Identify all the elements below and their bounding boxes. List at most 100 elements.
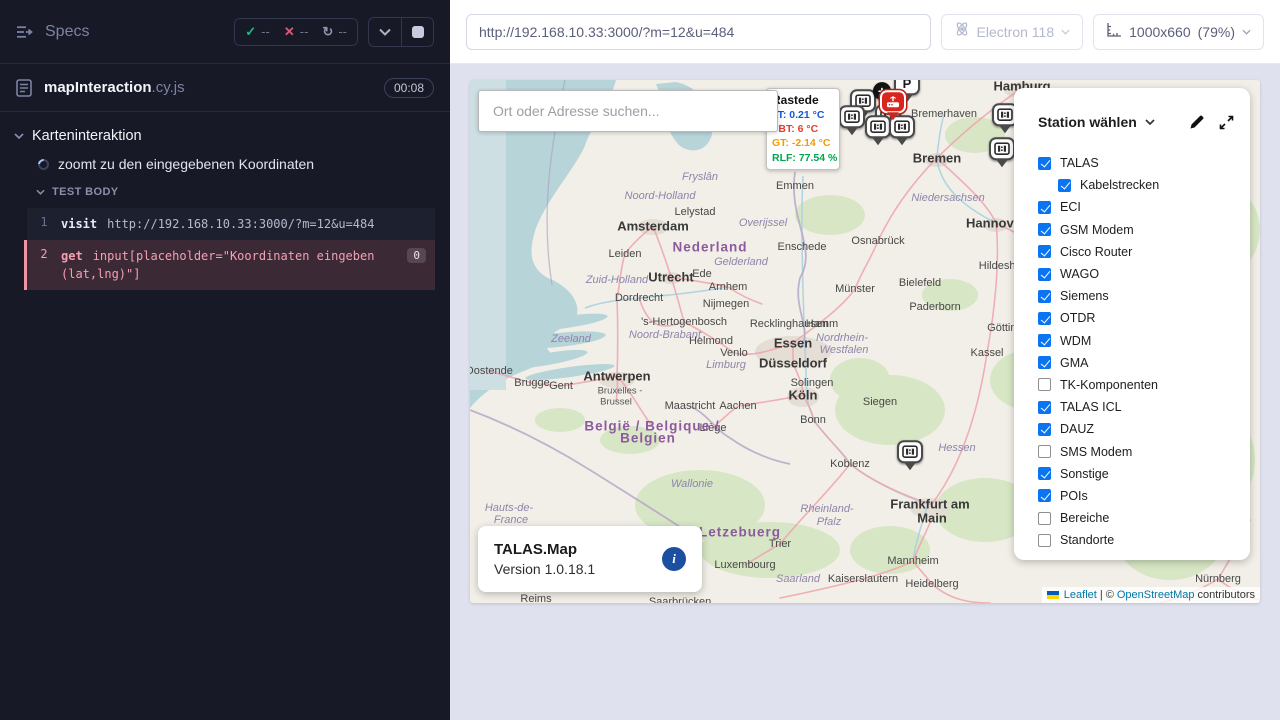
test-tree: Karteninteraktion zoomt zu den eingegebe… <box>0 112 450 290</box>
checkbox[interactable] <box>1038 378 1051 391</box>
viewport-size-button[interactable]: 1000x660 (79%) <box>1093 14 1264 50</box>
element-count-badge: 0 <box>407 248 426 263</box>
specs-menu-icon[interactable] <box>16 25 33 39</box>
browser-selector[interactable]: Electron 118 <box>941 14 1084 50</box>
checkbox[interactable] <box>1038 489 1051 502</box>
browser-toolbar: http://192.168.10.33:3000/?m=12&u=484 El… <box>450 0 1280 64</box>
ukraine-flag-icon <box>1047 591 1059 599</box>
map-search-input[interactable] <box>478 90 778 132</box>
filter-sms-modem[interactable]: SMS Modem <box>1038 440 1250 462</box>
chevron-down-icon <box>1242 29 1251 35</box>
filter-eci[interactable]: ECI <box>1038 196 1250 218</box>
filter-wdm[interactable]: WDM <box>1038 330 1250 352</box>
checkbox[interactable] <box>1038 268 1051 281</box>
filter-tk-komponenten[interactable]: TK-Komponenten <box>1038 374 1250 396</box>
osm-link[interactable]: OpenStreetMap <box>1117 589 1195 601</box>
spec-file-icon <box>16 79 32 97</box>
checkbox[interactable] <box>1038 445 1051 458</box>
filter-talas-icl[interactable]: TALAS ICL <box>1038 396 1250 418</box>
suite-karteninteraktion[interactable]: Karteninteraktion <box>0 122 450 150</box>
edit-pencil-icon[interactable] <box>1189 114 1205 130</box>
command-visit[interactable]: 1visithttp://192.168.10.33:3000/?m=12&u=… <box>27 208 435 240</box>
cypress-app: Specs ✓-- ✕-- ↻-- mapInteraction.cy.js 00:… <box>0 0 1280 720</box>
version-box: TALAS.Map Version 1.0.18.1 i <box>478 526 702 592</box>
station-marker[interactable] <box>989 137 1015 173</box>
station-marker[interactable] <box>897 440 923 476</box>
filter-kabelstrecken[interactable]: Kabelstrecken <box>1058 174 1250 196</box>
command-get[interactable]: 2getinput[placeholder="Koordinaten einge… <box>24 240 435 290</box>
app-title: TALAS.Map <box>494 541 595 558</box>
checkbox[interactable] <box>1038 290 1051 303</box>
station-marker[interactable] <box>839 105 865 141</box>
spec-file-name: mapInteraction.cy.js <box>44 79 185 96</box>
leaflet-link[interactable]: Leaflet <box>1064 589 1097 601</box>
chevron-down-icon <box>1061 29 1070 35</box>
specs-title[interactable]: Specs <box>45 23 89 41</box>
cross-icon: ✕ <box>284 24 295 40</box>
electron-icon <box>954 21 970 42</box>
stop-button[interactable] <box>401 18 433 46</box>
checkbox[interactable] <box>1038 423 1051 436</box>
refresh-icon: ↻ <box>322 24 333 40</box>
viewport-stage: HamburgBremerhavenBremenNiedersachsenHan… <box>450 64 1280 720</box>
filter-gma[interactable]: GMA <box>1038 352 1250 374</box>
tooltip-row: FBT: 6 °C <box>772 122 834 136</box>
collapse-tests-button[interactable] <box>369 18 401 46</box>
stat-cross: ✕-- <box>284 24 309 40</box>
map-search <box>478 90 778 132</box>
map-attribution: Leaflet | © OpenStreetMap contributors <box>1042 587 1260 603</box>
filter-gsm-modem[interactable]: GSM Modem <box>1038 219 1250 241</box>
checkbox[interactable] <box>1058 179 1071 192</box>
filter-pois[interactable]: POIs <box>1038 485 1250 507</box>
chevron-down-icon <box>1145 119 1155 125</box>
reporter-controls <box>368 17 434 47</box>
test-stats: ✓-- ✕-- ↻-- <box>234 18 358 46</box>
filter-standorte[interactable]: Standorte <box>1038 529 1250 551</box>
filter-siemens[interactable]: Siemens <box>1038 285 1250 307</box>
filter-cisco-router[interactable]: Cisco Router <box>1038 241 1250 263</box>
station-filter-list: TALASKabelstreckenECIGSM ModemCisco Rout… <box>1014 146 1250 551</box>
checkbox[interactable] <box>1038 356 1051 369</box>
checkbox[interactable] <box>1038 534 1051 547</box>
station-panel: Station wählen TALASKabelstreck <box>1014 88 1250 560</box>
command-log: 1visithttp://192.168.10.33:3000/?m=12&u=… <box>27 208 435 290</box>
reporter-header: Specs ✓-- ✕-- ↻-- <box>0 0 450 64</box>
check-icon: ✓ <box>245 24 256 40</box>
spec-duration-badge: 00:08 <box>384 78 434 98</box>
station-select-dropdown[interactable]: Station wählen <box>1038 114 1155 130</box>
checkbox[interactable] <box>1038 201 1051 214</box>
filter-dauz[interactable]: DAUZ <box>1038 418 1250 440</box>
info-button[interactable]: i <box>662 547 686 571</box>
station-panel-header: Station wählen <box>1014 114 1250 146</box>
test-body-section[interactable]: TEST BODY <box>0 178 450 204</box>
cypress-reporter: Specs ✓-- ✕-- ↻-- mapInteraction.cy.js 00:… <box>0 0 450 720</box>
stat-check: ✓-- <box>245 24 270 40</box>
checkbox[interactable] <box>1038 157 1051 170</box>
filter-wago[interactable]: WAGO <box>1038 263 1250 285</box>
spec-file-row[interactable]: mapInteraction.cy.js 00:08 <box>0 64 450 112</box>
filter-sonstige[interactable]: Sonstige <box>1038 463 1250 485</box>
checkbox[interactable] <box>1038 467 1051 480</box>
test-running-spinner-icon <box>36 156 51 171</box>
checkbox[interactable] <box>1038 223 1051 236</box>
checkbox[interactable] <box>1038 512 1051 525</box>
test-zoomt-zu-koordinaten[interactable]: zoomt zu den eingegebenen Koordinaten <box>0 150 450 178</box>
checkbox[interactable] <box>1038 401 1051 414</box>
checkbox[interactable] <box>1038 334 1051 347</box>
stop-icon <box>412 26 424 38</box>
tooltip-row: GT: -2.14 °C <box>772 136 834 150</box>
url-input[interactable]: http://192.168.10.33:3000/?m=12&u=484 <box>466 14 931 50</box>
tooltip-row: LT: 0.21 °C <box>772 108 834 122</box>
ruler-icon <box>1106 22 1122 42</box>
checkbox[interactable] <box>1038 312 1051 325</box>
alarm-station-marker[interactable] <box>880 90 906 126</box>
leaflet-map[interactable]: HamburgBremerhavenBremenNiedersachsenHan… <box>470 80 1260 603</box>
app-version: Version 1.0.18.1 <box>494 561 595 577</box>
filter-bereiche[interactable]: Bereiche <box>1038 507 1250 529</box>
expand-fullscreen-icon[interactable] <box>1219 115 1234 130</box>
filter-talas[interactable]: TALAS <box>1038 152 1250 174</box>
browser-pane: http://192.168.10.33:3000/?m=12&u=484 El… <box>450 0 1280 720</box>
stat-refresh: ↻-- <box>322 24 347 40</box>
filter-otdr[interactable]: OTDR <box>1038 307 1250 329</box>
checkbox[interactable] <box>1038 245 1051 258</box>
